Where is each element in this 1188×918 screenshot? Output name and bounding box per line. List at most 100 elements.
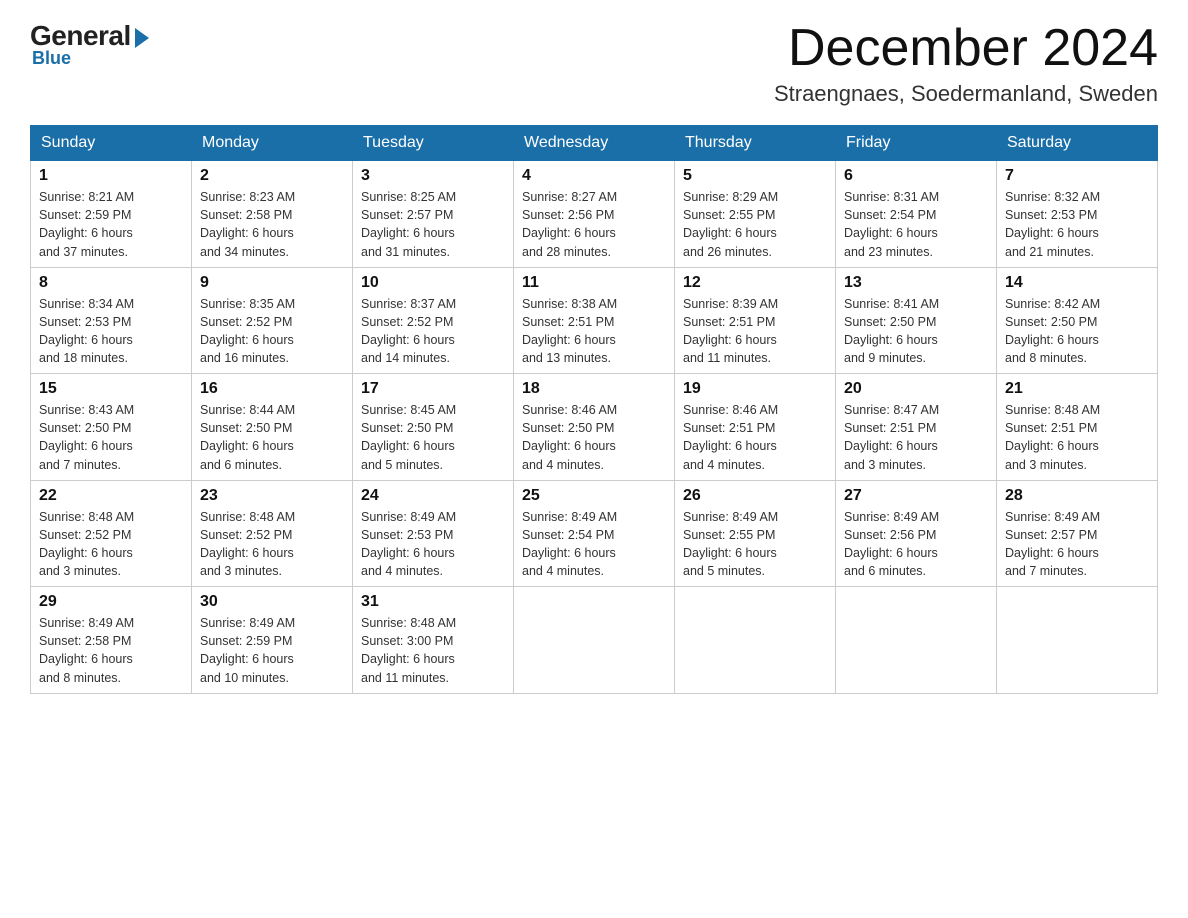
day-info: Sunrise: 8:34 AM Sunset: 2:53 PM Dayligh… bbox=[39, 295, 183, 368]
calendar-cell: 15Sunrise: 8:43 AM Sunset: 2:50 PM Dayli… bbox=[31, 374, 192, 481]
calendar-cell bbox=[514, 587, 675, 694]
day-number: 29 bbox=[39, 593, 183, 611]
day-number: 15 bbox=[39, 380, 183, 398]
day-number: 11 bbox=[522, 274, 666, 292]
day-of-week-header: Saturday bbox=[997, 126, 1158, 161]
calendar-cell: 6 Sunrise: 8:31 AM Sunset: 2:54 PM Daylig… bbox=[836, 161, 997, 268]
day-number: 28 bbox=[1005, 487, 1149, 505]
calendar-cell: 31Sunrise: 8:48 AM Sunset: 3:00 PM Dayli… bbox=[353, 587, 514, 694]
logo-blue-text: Blue bbox=[32, 48, 71, 69]
calendar-cell: 19Sunrise: 8:46 AM Sunset: 2:51 PM Dayli… bbox=[675, 374, 836, 481]
calendar-cell bbox=[675, 587, 836, 694]
day-info: Sunrise: 8:23 AM Sunset: 2:58 PM Dayligh… bbox=[200, 188, 344, 261]
day-number: 21 bbox=[1005, 380, 1149, 398]
calendar-cell: 23Sunrise: 8:48 AM Sunset: 2:52 PM Dayli… bbox=[192, 480, 353, 587]
calendar-cell: 2 Sunrise: 8:23 AM Sunset: 2:58 PM Daylig… bbox=[192, 161, 353, 268]
calendar-cell: 14 Sunrise: 8:42 AM Sunset: 2:50 PM Dayli… bbox=[997, 267, 1158, 374]
day-number: 2 bbox=[200, 167, 344, 185]
day-info: Sunrise: 8:49 AM Sunset: 2:58 PM Dayligh… bbox=[39, 614, 183, 687]
day-of-week-header: Tuesday bbox=[353, 126, 514, 161]
calendar-cell: 17Sunrise: 8:45 AM Sunset: 2:50 PM Dayli… bbox=[353, 374, 514, 481]
page-header: General Blue December 2024 Straengnaes, … bbox=[30, 20, 1158, 107]
day-info: Sunrise: 8:29 AM Sunset: 2:55 PM Dayligh… bbox=[683, 188, 827, 261]
calendar-cell: 25Sunrise: 8:49 AM Sunset: 2:54 PM Dayli… bbox=[514, 480, 675, 587]
day-number: 27 bbox=[844, 487, 988, 505]
day-number: 1 bbox=[39, 167, 183, 185]
calendar-week-row: 1Sunrise: 8:21 AM Sunset: 2:59 PM Daylig… bbox=[31, 161, 1158, 268]
calendar-cell: 12 Sunrise: 8:39 AM Sunset: 2:51 PM Dayli… bbox=[675, 267, 836, 374]
calendar-cell: 10 Sunrise: 8:37 AM Sunset: 2:52 PM Dayli… bbox=[353, 267, 514, 374]
calendar-cell bbox=[836, 587, 997, 694]
day-number: 31 bbox=[361, 593, 505, 611]
day-number: 3 bbox=[361, 167, 505, 185]
calendar-cell: 27 Sunrise: 8:49 AM Sunset: 2:56 PM Dayli… bbox=[836, 480, 997, 587]
day-info: Sunrise: 8:47 AM Sunset: 2:51 PM Dayligh… bbox=[844, 401, 988, 474]
day-info: Sunrise: 8:39 AM Sunset: 2:51 PM Dayligh… bbox=[683, 295, 827, 368]
calendar-cell: 9 Sunrise: 8:35 AM Sunset: 2:52 PM Daylig… bbox=[192, 267, 353, 374]
day-info: Sunrise: 8:49 AM Sunset: 2:59 PM Dayligh… bbox=[200, 614, 344, 687]
day-number: 23 bbox=[200, 487, 344, 505]
calendar-header-row: SundayMondayTuesdayWednesdayThursdayFrid… bbox=[31, 126, 1158, 161]
location-subtitle: Straengnaes, Soedermanland, Sweden bbox=[774, 81, 1158, 107]
calendar-cell: 4 Sunrise: 8:27 AM Sunset: 2:56 PM Daylig… bbox=[514, 161, 675, 268]
day-info: Sunrise: 8:46 AM Sunset: 2:50 PM Dayligh… bbox=[522, 401, 666, 474]
logo: General Blue bbox=[30, 20, 149, 69]
day-info: Sunrise: 8:31 AM Sunset: 2:54 PM Dayligh… bbox=[844, 188, 988, 261]
day-info: Sunrise: 8:45 AM Sunset: 2:50 PM Dayligh… bbox=[361, 401, 505, 474]
day-info: Sunrise: 8:41 AM Sunset: 2:50 PM Dayligh… bbox=[844, 295, 988, 368]
day-info: Sunrise: 8:42 AM Sunset: 2:50 PM Dayligh… bbox=[1005, 295, 1149, 368]
day-info: Sunrise: 8:27 AM Sunset: 2:56 PM Dayligh… bbox=[522, 188, 666, 261]
day-info: Sunrise: 8:25 AM Sunset: 2:57 PM Dayligh… bbox=[361, 188, 505, 261]
day-of-week-header: Wednesday bbox=[514, 126, 675, 161]
day-number: 18 bbox=[522, 380, 666, 398]
day-number: 5 bbox=[683, 167, 827, 185]
calendar-cell bbox=[997, 587, 1158, 694]
calendar-cell: 8Sunrise: 8:34 AM Sunset: 2:53 PM Daylig… bbox=[31, 267, 192, 374]
day-number: 6 bbox=[844, 167, 988, 185]
day-info: Sunrise: 8:49 AM Sunset: 2:53 PM Dayligh… bbox=[361, 508, 505, 581]
calendar-cell: 7 Sunrise: 8:32 AM Sunset: 2:53 PM Daylig… bbox=[997, 161, 1158, 268]
calendar-cell: 11 Sunrise: 8:38 AM Sunset: 2:51 PM Dayli… bbox=[514, 267, 675, 374]
day-info: Sunrise: 8:35 AM Sunset: 2:52 PM Dayligh… bbox=[200, 295, 344, 368]
calendar-cell: 1Sunrise: 8:21 AM Sunset: 2:59 PM Daylig… bbox=[31, 161, 192, 268]
day-number: 26 bbox=[683, 487, 827, 505]
day-of-week-header: Friday bbox=[836, 126, 997, 161]
day-number: 19 bbox=[683, 380, 827, 398]
day-number: 24 bbox=[361, 487, 505, 505]
calendar-cell: 18 Sunrise: 8:46 AM Sunset: 2:50 PM Dayli… bbox=[514, 374, 675, 481]
day-number: 13 bbox=[844, 274, 988, 292]
day-number: 4 bbox=[522, 167, 666, 185]
day-number: 30 bbox=[200, 593, 344, 611]
calendar-cell: 22Sunrise: 8:48 AM Sunset: 2:52 PM Dayli… bbox=[31, 480, 192, 587]
calendar-cell: 24 Sunrise: 8:49 AM Sunset: 2:53 PM Dayli… bbox=[353, 480, 514, 587]
calendar-cell: 26 Sunrise: 8:49 AM Sunset: 2:55 PM Dayli… bbox=[675, 480, 836, 587]
day-info: Sunrise: 8:49 AM Sunset: 2:54 PM Dayligh… bbox=[522, 508, 666, 581]
logo-arrow-icon bbox=[135, 28, 149, 48]
calendar-cell: 13 Sunrise: 8:41 AM Sunset: 2:50 PM Dayli… bbox=[836, 267, 997, 374]
day-info: Sunrise: 8:49 AM Sunset: 2:55 PM Dayligh… bbox=[683, 508, 827, 581]
day-number: 12 bbox=[683, 274, 827, 292]
calendar-week-row: 8Sunrise: 8:34 AM Sunset: 2:53 PM Daylig… bbox=[31, 267, 1158, 374]
calendar-week-row: 22Sunrise: 8:48 AM Sunset: 2:52 PM Dayli… bbox=[31, 480, 1158, 587]
title-area: December 2024 Straengnaes, Soedermanland… bbox=[774, 20, 1158, 107]
calendar-cell: 21 Sunrise: 8:48 AM Sunset: 2:51 PM Dayli… bbox=[997, 374, 1158, 481]
day-number: 14 bbox=[1005, 274, 1149, 292]
day-info: Sunrise: 8:49 AM Sunset: 2:56 PM Dayligh… bbox=[844, 508, 988, 581]
day-of-week-header: Sunday bbox=[31, 126, 192, 161]
calendar-cell: 30 Sunrise: 8:49 AM Sunset: 2:59 PM Dayli… bbox=[192, 587, 353, 694]
day-number: 10 bbox=[361, 274, 505, 292]
calendar-cell: 20Sunrise: 8:47 AM Sunset: 2:51 PM Dayli… bbox=[836, 374, 997, 481]
calendar-week-row: 15Sunrise: 8:43 AM Sunset: 2:50 PM Dayli… bbox=[31, 374, 1158, 481]
day-info: Sunrise: 8:32 AM Sunset: 2:53 PM Dayligh… bbox=[1005, 188, 1149, 261]
day-info: Sunrise: 8:48 AM Sunset: 2:51 PM Dayligh… bbox=[1005, 401, 1149, 474]
day-info: Sunrise: 8:38 AM Sunset: 2:51 PM Dayligh… bbox=[522, 295, 666, 368]
day-number: 16 bbox=[200, 380, 344, 398]
day-info: Sunrise: 8:44 AM Sunset: 2:50 PM Dayligh… bbox=[200, 401, 344, 474]
day-info: Sunrise: 8:49 AM Sunset: 2:57 PM Dayligh… bbox=[1005, 508, 1149, 581]
day-info: Sunrise: 8:37 AM Sunset: 2:52 PM Dayligh… bbox=[361, 295, 505, 368]
day-of-week-header: Thursday bbox=[675, 126, 836, 161]
day-number: 9 bbox=[200, 274, 344, 292]
calendar-week-row: 29 Sunrise: 8:49 AM Sunset: 2:58 PM Dayli… bbox=[31, 587, 1158, 694]
month-year-title: December 2024 bbox=[774, 20, 1158, 77]
day-number: 7 bbox=[1005, 167, 1149, 185]
